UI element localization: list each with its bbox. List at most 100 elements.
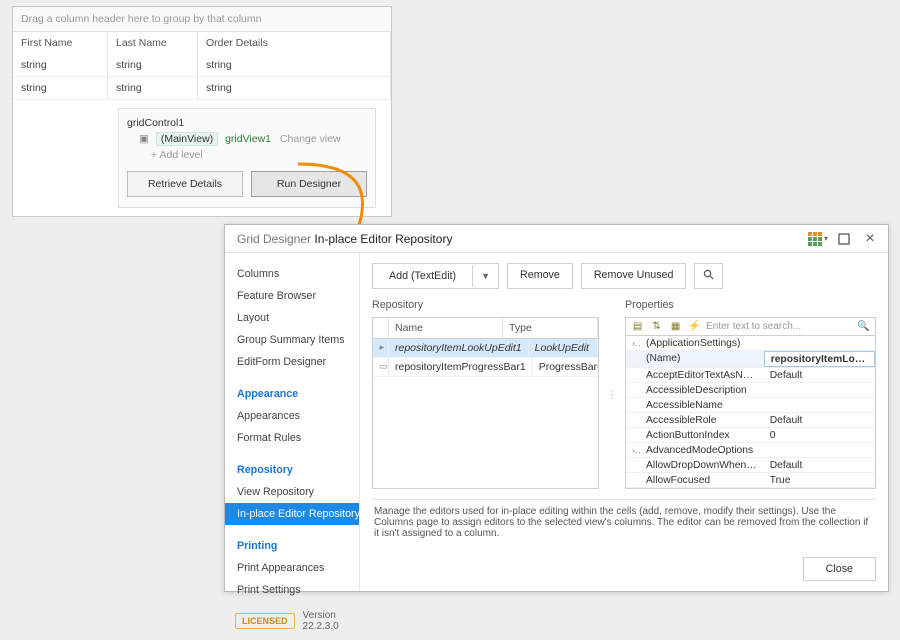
sidebar-item-print-appearances[interactable]: Print Appearances: [225, 557, 359, 579]
properties-list[interactable]: ›(ApplicationSettings)(Name)repositoryIt…: [625, 336, 876, 489]
remove-unused-button[interactable]: Remove Unused: [581, 263, 687, 289]
tree-root[interactable]: gridControl1: [127, 115, 367, 131]
property-name: AdvancedModeOptions: [640, 443, 764, 457]
titlebar[interactable]: Grid Designer In-place Editor Repository…: [225, 225, 888, 253]
sidebar-item-layout[interactable]: Layout: [225, 307, 359, 329]
repo-cell-type: ProgressBarControl: [533, 358, 599, 377]
sidebar-item-group-summary[interactable]: Group Summary Items: [225, 329, 359, 351]
run-designer-button[interactable]: Run Designer: [251, 171, 367, 197]
remove-button[interactable]: Remove: [507, 263, 573, 289]
events-icon[interactable]: ⚡: [687, 321, 702, 332]
collapse-icon[interactable]: ▣: [139, 133, 149, 145]
sort-icon[interactable]: ⇅: [649, 321, 664, 332]
repo-col-name[interactable]: Name: [389, 318, 503, 338]
cell[interactable]: string: [108, 77, 198, 100]
property-row[interactable]: AllowDropDownWhenReadOnlyDefault: [626, 458, 875, 473]
property-row[interactable]: AccessibleDescription: [626, 383, 875, 398]
props-icon[interactable]: ▦: [668, 321, 683, 332]
expand-icon[interactable]: [626, 398, 640, 412]
cell[interactable]: string: [13, 77, 108, 100]
column-header-order-details[interactable]: Order Details: [198, 32, 391, 54]
property-row[interactable]: ›AdvancedModeOptions: [626, 443, 875, 458]
column-header-first-name[interactable]: First Name: [13, 32, 108, 54]
property-value[interactable]: [764, 443, 875, 457]
close-button[interactable]: Close: [803, 557, 876, 581]
layout-picker-icon[interactable]: ▾: [808, 229, 828, 249]
expand-icon[interactable]: [626, 458, 640, 472]
sidebar-item-inplace-editor-repository[interactable]: In-place Editor Repository: [225, 503, 359, 525]
property-value[interactable]: True: [764, 473, 875, 487]
expand-icon[interactable]: [626, 473, 640, 487]
expand-icon[interactable]: ›: [626, 443, 640, 457]
search-button[interactable]: [694, 263, 723, 289]
property-row[interactable]: ActionButtonIndex0: [626, 428, 875, 443]
window-title-main: Grid Designer: [237, 232, 311, 246]
expand-icon[interactable]: [626, 488, 640, 489]
property-name: (Name): [640, 351, 764, 367]
property-name: AcceptEditorTextAsNewValue: [640, 368, 764, 382]
designer-content: Add (TextEdit) ▼ Remove Remove Unused Re…: [360, 253, 888, 591]
property-row[interactable]: AllowFocusedTrue: [626, 473, 875, 488]
view-type-badge: (MainView): [156, 132, 218, 146]
change-view-link[interactable]: Change view: [280, 133, 341, 145]
cell[interactable]: string: [198, 54, 391, 77]
add-editor-button[interactable]: Add (TextEdit) ▼: [372, 263, 499, 289]
property-row[interactable]: (Name)repositoryItemLookUpEdit1: [626, 351, 875, 368]
property-name: AllowFocused: [640, 473, 764, 487]
sidebar-item-print-settings[interactable]: Print Settings: [225, 579, 359, 601]
retrieve-details-button[interactable]: Retrieve Details: [127, 171, 243, 197]
repo-row[interactable]: ▸ repositoryItemLookUpEdit1 LookUpEdit: [373, 339, 598, 358]
groupby-bar[interactable]: Drag a column header here to group by th…: [13, 7, 391, 32]
repository-toolbar: Add (TextEdit) ▼ Remove Remove Unused: [372, 263, 876, 289]
tree-main-view[interactable]: ▣ (MainView) gridView1 Change view: [127, 131, 367, 147]
search-icon[interactable]: 🔍: [856, 321, 871, 332]
property-value[interactable]: Default: [764, 458, 875, 472]
sidebar-item-appearances[interactable]: Appearances: [225, 405, 359, 427]
property-row[interactable]: AllowGlyphSkinningDefault: [626, 488, 875, 489]
sidebar-item-editform[interactable]: EditForm Designer: [225, 351, 359, 373]
window-title-sub: In-place Editor Repository: [314, 232, 452, 246]
property-value[interactable]: Default: [764, 413, 875, 427]
column-header-last-name[interactable]: Last Name: [108, 32, 198, 54]
chevron-down-icon[interactable]: ▼: [473, 266, 498, 286]
property-row[interactable]: ›(ApplicationSettings): [626, 336, 875, 351]
cell[interactable]: string: [198, 77, 391, 100]
sidebar-item-view-repository[interactable]: View Repository: [225, 481, 359, 503]
splitter-handle[interactable]: ⋮: [609, 299, 615, 489]
sidebar-item-format-rules[interactable]: Format Rules: [225, 427, 359, 449]
expand-icon[interactable]: [626, 428, 640, 442]
sidebar-item-feature-browser[interactable]: Feature Browser: [225, 285, 359, 307]
row-selector-icon: ▸: [373, 339, 389, 358]
properties-search-input[interactable]: Enter text to search...: [706, 321, 852, 332]
repo-row[interactable]: ▭ repositoryItemProgressBar1 ProgressBar…: [373, 358, 598, 377]
property-name: AllowDropDownWhenReadOnly: [640, 458, 764, 472]
property-value[interactable]: [764, 336, 875, 350]
property-value[interactable]: Default: [764, 488, 875, 489]
property-value[interactable]: 0: [764, 428, 875, 442]
property-value[interactable]: Default: [764, 368, 875, 382]
property-name: (ApplicationSettings): [640, 336, 764, 350]
add-level-link[interactable]: + Add level: [127, 147, 367, 163]
grid-preview-panel: Drag a column header here to group by th…: [12, 6, 392, 217]
property-row[interactable]: AccessibleName: [626, 398, 875, 413]
expand-icon[interactable]: [626, 351, 640, 367]
property-value[interactable]: repositoryItemLookUpEdit1: [764, 351, 875, 367]
categorize-icon[interactable]: ▤: [630, 321, 645, 332]
property-value[interactable]: [764, 398, 875, 412]
sidebar-item-columns[interactable]: Columns: [225, 263, 359, 285]
property-value[interactable]: [764, 383, 875, 397]
expand-icon[interactable]: [626, 368, 640, 382]
properties-title: Properties: [625, 299, 876, 311]
cell[interactable]: string: [108, 54, 198, 77]
maximize-icon[interactable]: [834, 229, 854, 249]
repo-col-type[interactable]: Type: [503, 318, 598, 338]
expand-icon[interactable]: ›: [626, 336, 640, 350]
expand-icon[interactable]: [626, 413, 640, 427]
property-name: AccessibleRole: [640, 413, 764, 427]
close-icon[interactable]: ×: [860, 229, 880, 249]
property-row[interactable]: AccessibleRoleDefault: [626, 413, 875, 428]
sidebar-section-appearance: Appearance: [225, 383, 359, 405]
property-row[interactable]: AcceptEditorTextAsNewValueDefault: [626, 368, 875, 383]
expand-icon[interactable]: [626, 383, 640, 397]
cell[interactable]: string: [13, 54, 108, 77]
